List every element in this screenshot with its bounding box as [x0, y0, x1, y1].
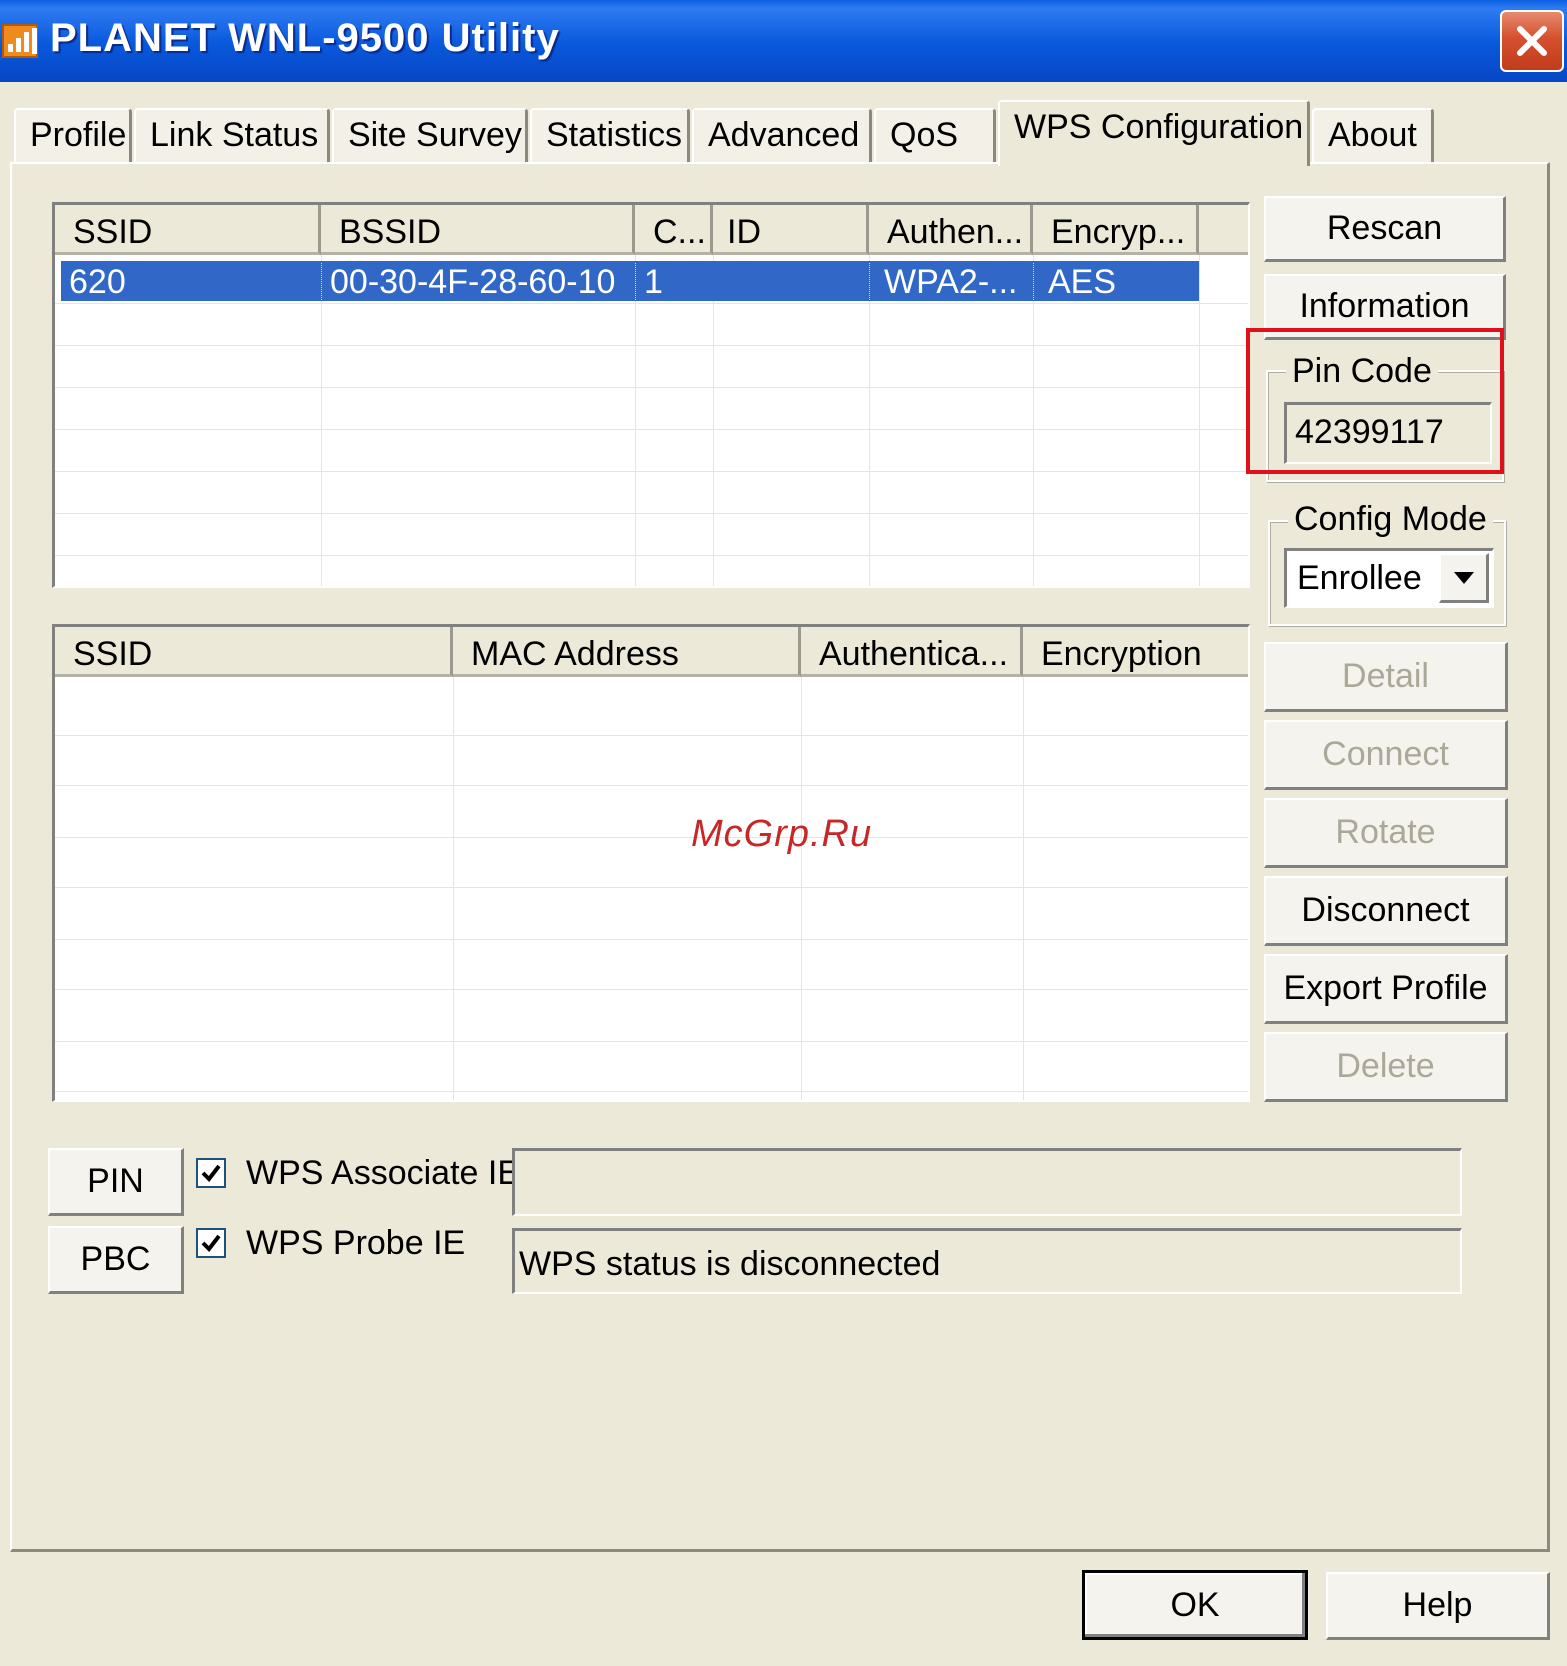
export-profile-button[interactable]: Export Profile: [1264, 954, 1508, 1024]
chevron-down-icon: [1453, 571, 1474, 584]
help-button[interactable]: Help: [1326, 1572, 1550, 1640]
tab-wps-configuration[interactable]: WPS Configuration: [998, 100, 1310, 166]
wps-associate-ie-checkbox[interactable]: [196, 1158, 226, 1188]
check-icon: [201, 1234, 221, 1253]
signal-icon: [2, 24, 38, 58]
rotate-button[interactable]: Rotate: [1264, 798, 1508, 868]
disconnect-button[interactable]: Disconnect: [1264, 876, 1508, 946]
column-header-extra: [1199, 205, 1248, 255]
cell-encryption: AES: [1033, 263, 1199, 302]
detail-button[interactable]: Detail: [1264, 642, 1508, 712]
column-header-authentication[interactable]: Authentica...: [801, 627, 1023, 677]
cell-bssid: 00-30-4F-28-60-10: [321, 263, 635, 302]
column-header-ssid[interactable]: SSID: [55, 205, 321, 255]
wps-probe-ie-label[interactable]: WPS Probe IE: [246, 1224, 465, 1263]
column-header-bssid[interactable]: BSSID: [321, 205, 635, 255]
connect-button[interactable]: Connect: [1264, 720, 1508, 790]
watermark: McGrp.Ru: [691, 813, 873, 855]
tab-qos[interactable]: QoS: [874, 108, 996, 162]
column-header-mac-address[interactable]: MAC Address: [453, 627, 801, 677]
cell-authentication: WPA2-...: [869, 263, 1033, 302]
config-mode-select[interactable]: Enrollee: [1284, 548, 1494, 608]
delete-button[interactable]: Delete: [1264, 1032, 1508, 1102]
column-header-ssid[interactable]: SSID: [55, 627, 453, 677]
cell-ssid: 620: [69, 263, 126, 301]
config-mode-label: Config Mode: [1288, 500, 1493, 539]
column-header-id[interactable]: ID: [713, 205, 869, 255]
dropdown-button[interactable]: [1439, 553, 1489, 603]
wps-credentials-list[interactable]: SSID MAC Address Authentica... Encryptio…: [52, 624, 1250, 1102]
column-header-encryption[interactable]: Encryp...: [1033, 205, 1199, 255]
column-header-encryption[interactable]: Encryption: [1023, 627, 1248, 677]
cell-channel: 1: [635, 263, 713, 302]
tab-advanced[interactable]: Advanced: [692, 108, 872, 162]
pin-button[interactable]: PIN: [48, 1148, 184, 1216]
tab-link-status[interactable]: Link Status: [134, 108, 330, 162]
pin-code-highlight: [1246, 328, 1504, 474]
window-title: PLANET WNL-9500 Utility: [50, 16, 560, 60]
title-bar[interactable]: PLANET WNL-9500 Utility: [0, 0, 1567, 82]
wps-status-field: WPS status is disconnected: [512, 1228, 1462, 1294]
table-row[interactable]: 620 00-30-4F-28-60-10 1 WPA2-... AES: [61, 261, 1199, 302]
tab-site-survey[interactable]: Site Survey: [332, 108, 528, 162]
tab-about[interactable]: About: [1312, 108, 1434, 162]
rescan-button[interactable]: Rescan: [1264, 196, 1506, 262]
tab-statistics[interactable]: Statistics: [530, 108, 690, 162]
ok-button[interactable]: OK: [1082, 1570, 1308, 1640]
wps-probe-ie-checkbox[interactable]: [196, 1228, 226, 1258]
column-header-authentication[interactable]: Authen...: [869, 205, 1033, 255]
check-icon: [201, 1164, 221, 1183]
tab-profile[interactable]: Profile: [14, 108, 132, 162]
wps-associate-ie-field: [512, 1148, 1462, 1216]
close-icon: [1517, 26, 1547, 56]
column-header-channel[interactable]: C...: [635, 205, 713, 255]
config-mode-value: Enrollee: [1297, 559, 1422, 597]
close-button[interactable]: [1500, 10, 1564, 72]
wps-associate-ie-label[interactable]: WPS Associate IE: [246, 1154, 520, 1193]
pbc-button[interactable]: PBC: [48, 1226, 184, 1294]
wps-ap-list[interactable]: SSID BSSID C... ID Authen... Encryp... 6…: [52, 202, 1250, 588]
